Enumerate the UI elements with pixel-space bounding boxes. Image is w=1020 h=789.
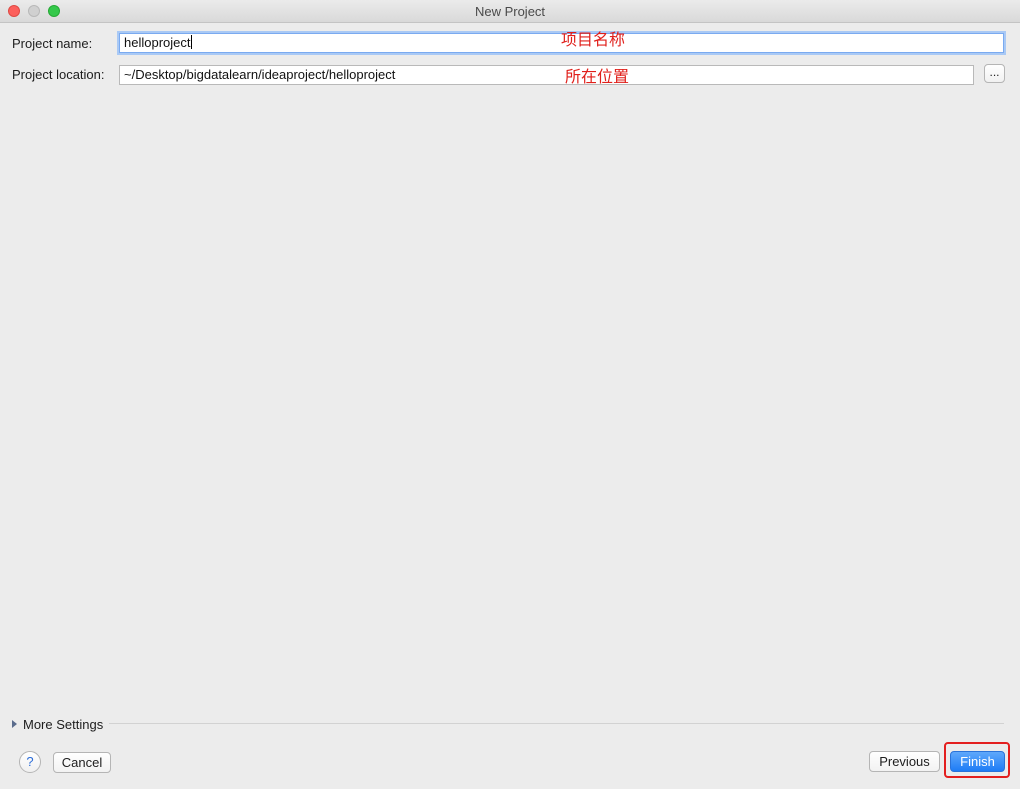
project-name-label: Project name: bbox=[12, 36, 93, 51]
project-location-input[interactable]: ~/Desktop/bigdatalearn/ideaproject/hello… bbox=[119, 65, 974, 85]
more-settings-toggle[interactable]: More Settings bbox=[12, 716, 103, 732]
project-location-label: Project location: bbox=[12, 67, 105, 82]
disclosure-triangle-right-icon bbox=[12, 720, 17, 728]
project-name-value: helloproject bbox=[124, 35, 191, 50]
project-location-annotation: 所在位置 bbox=[565, 67, 630, 86]
window-title: New Project bbox=[474, 4, 546, 19]
cancel-button[interactable]: Cancel bbox=[53, 752, 111, 773]
help-button[interactable]: ? bbox=[19, 751, 41, 773]
project-location-value: ~/Desktop/bigdatalearn/ideaproject/hello… bbox=[124, 67, 396, 82]
finish-highlight-frame bbox=[944, 742, 1010, 778]
text-caret bbox=[190, 35, 192, 49]
browse-location-button[interactable]: ... bbox=[984, 64, 1005, 83]
more-settings-divider bbox=[109, 723, 1004, 724]
project-name-annotation: 项目名称 bbox=[561, 30, 626, 49]
window-titlebar: New Project bbox=[0, 0, 1020, 23]
previous-button[interactable]: Previous bbox=[869, 751, 940, 772]
more-settings-label: More Settings bbox=[23, 716, 104, 732]
